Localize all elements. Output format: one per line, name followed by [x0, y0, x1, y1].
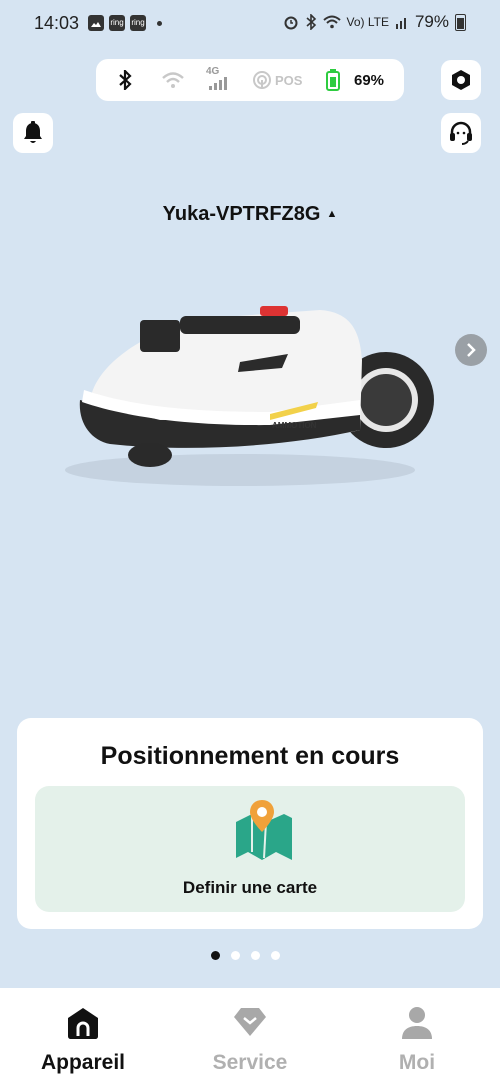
- positioning-card: Positionnement en cours Definir une cart…: [17, 718, 483, 929]
- wifi-status: [162, 59, 184, 101]
- battery-icon: [326, 69, 340, 91]
- tab-service[interactable]: Service: [167, 988, 333, 1083]
- image-icon: [88, 15, 104, 31]
- more-notifications-dot: [157, 20, 162, 26]
- headset-icon: [450, 121, 472, 145]
- tab-service-label: Service: [212, 1051, 288, 1074]
- hexagon-settings-icon: [452, 70, 470, 90]
- support-button[interactable]: [441, 113, 481, 153]
- signal-icon: [395, 18, 406, 29]
- bluetooth-status: [118, 59, 132, 101]
- wifi-icon: [322, 15, 341, 29]
- ring-notification-icon: ring: [109, 15, 125, 31]
- user-icon: [402, 1007, 432, 1039]
- device-name-selector[interactable]: Yuka-VPTRFZ8G ▲: [0, 203, 500, 226]
- bluetooth-icon: [305, 14, 316, 30]
- system-icons: Vo) LTE 79%: [283, 12, 466, 32]
- antenna-icon: [253, 71, 271, 89]
- mower-image: AMMOTION: [65, 306, 434, 486]
- mower-battery-status: 69%: [326, 59, 384, 101]
- page-indicator: [211, 951, 280, 960]
- page-dot[interactable]: [251, 951, 260, 960]
- device-name: Yuka-VPTRFZ8G: [162, 203, 321, 225]
- home-icon: [68, 1008, 98, 1039]
- status-bar: 14:03 ring ring Vo) LTE 79%: [0, 0, 500, 46]
- bell-icon: [24, 121, 42, 143]
- pos-label: POS: [275, 72, 303, 88]
- phone-battery-icon: [455, 13, 466, 31]
- mower-brand: AMMOTION: [272, 421, 317, 430]
- notifications-button[interactable]: [13, 113, 53, 153]
- define-map-label: Definir une carte: [182, 878, 318, 897]
- phone-battery-percent: 79%: [414, 12, 449, 31]
- alarm-icon: [284, 16, 297, 30]
- pos-status: POS: [252, 59, 302, 101]
- cellular-status: 4G: [206, 59, 232, 101]
- positioning-title: Positionnement en cours: [100, 742, 400, 770]
- chevron-right-icon: [467, 343, 476, 357]
- page-dot[interactable]: [211, 951, 220, 960]
- tab-appareil-label: Appareil: [40, 1051, 126, 1074]
- bluetooth-icon: [119, 70, 132, 90]
- next-device-button[interactable]: [455, 334, 487, 366]
- volte-label: Vo) LTE: [346, 15, 389, 29]
- status-time: 14:03: [34, 13, 80, 33]
- tab-appareil[interactable]: Appareil: [0, 988, 166, 1083]
- signal-icon: [209, 77, 227, 90]
- page-dot[interactable]: [271, 951, 280, 960]
- bottom-tab-bar: Appareil Service Moi: [0, 988, 500, 1083]
- page-dot[interactable]: [231, 951, 240, 960]
- map-pin-icon: [236, 800, 292, 860]
- wifi-icon: [162, 72, 184, 88]
- tab-moi-label: Moi: [398, 1051, 436, 1074]
- connection-status-bar: 4G POS 69%: [96, 59, 404, 101]
- notification-icons: ring ring: [88, 15, 162, 31]
- diamond-icon: [234, 1008, 266, 1036]
- ring-notification-icon: ring: [130, 15, 146, 31]
- dropdown-triangle-icon: ▲: [326, 208, 338, 220]
- settings-button[interactable]: [441, 60, 481, 100]
- define-map-button[interactable]: Definir une carte: [35, 786, 465, 912]
- tab-moi[interactable]: Moi: [334, 988, 500, 1083]
- mower-battery-percent: 69%: [354, 71, 385, 89]
